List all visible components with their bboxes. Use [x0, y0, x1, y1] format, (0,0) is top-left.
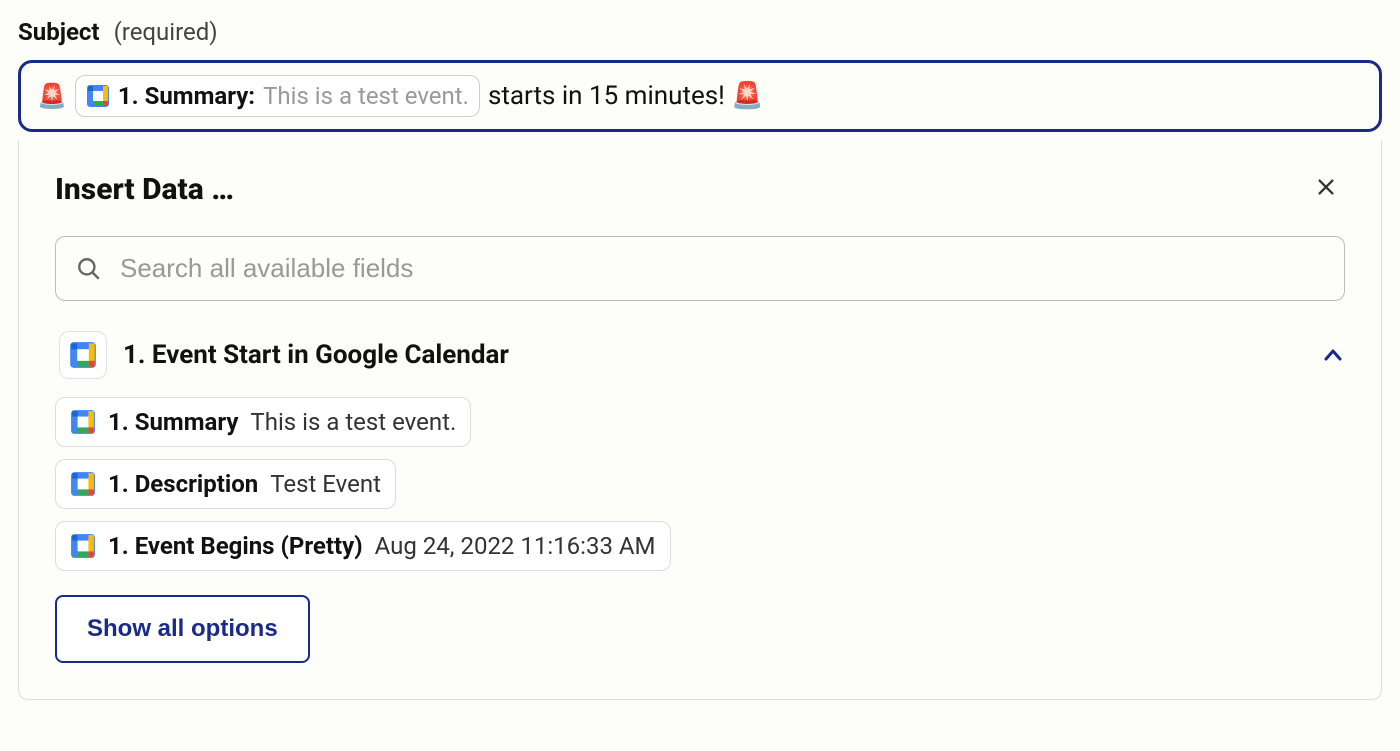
google-calendar-icon: [70, 471, 96, 497]
field-value: This is a test event.: [250, 408, 456, 436]
google-calendar-icon: [69, 341, 97, 369]
search-icon: [76, 256, 102, 282]
show-all-options-button[interactable]: Show all options: [55, 595, 310, 663]
google-calendar-icon: [70, 533, 96, 559]
field-value: Aug 24, 2022 11:16:33 AM: [375, 532, 656, 560]
pill-field-value: This is a test event.: [263, 82, 469, 110]
subject-label-row: Subject (required): [18, 18, 1382, 46]
pill-field-label: 1. Summary:: [118, 82, 255, 110]
source-title: 1. Event Start in Google Calendar: [123, 340, 509, 370]
search-input[interactable]: [120, 253, 1324, 284]
field-name: 1. Summary: [108, 408, 238, 436]
search-field-wrap[interactable]: [55, 236, 1345, 301]
data-source-header[interactable]: 1. Event Start in Google Calendar: [55, 331, 1345, 379]
close-button[interactable]: [1307, 170, 1345, 208]
fields-list: 1. Summary This is a test event. 1. Desc…: [55, 397, 1345, 571]
chevron-up-icon: [1321, 343, 1345, 367]
google-calendar-icon: [70, 409, 96, 435]
show-all-label: Show all options: [87, 615, 278, 642]
google-calendar-icon: [86, 84, 110, 108]
insert-data-panel: Insert Data … 1. Event Start in Google C…: [18, 140, 1382, 700]
subject-label: Subject: [18, 18, 100, 46]
panel-title: Insert Data …: [55, 172, 234, 207]
field-option-description[interactable]: 1. Description Test Event: [55, 459, 396, 509]
subject-tail-text: starts in 15 minutes! 🚨: [488, 81, 764, 111]
field-value: Test Event: [270, 470, 381, 498]
field-name: 1. Description: [108, 470, 258, 498]
subject-field-pill[interactable]: 1. Summary: This is a test event.: [75, 75, 480, 117]
siren-icon: 🚨: [37, 84, 67, 108]
source-icon-box: [59, 331, 107, 379]
field-name: 1. Event Begins (Pretty): [108, 532, 363, 560]
subject-required: (required): [114, 18, 218, 46]
field-option-event-begins-pretty[interactable]: 1. Event Begins (Pretty) Aug 24, 2022 11…: [55, 521, 671, 571]
field-option-summary[interactable]: 1. Summary This is a test event.: [55, 397, 471, 447]
close-icon: [1315, 176, 1337, 198]
subject-input[interactable]: 🚨 1. Summary: This is a test event. star…: [18, 60, 1382, 132]
